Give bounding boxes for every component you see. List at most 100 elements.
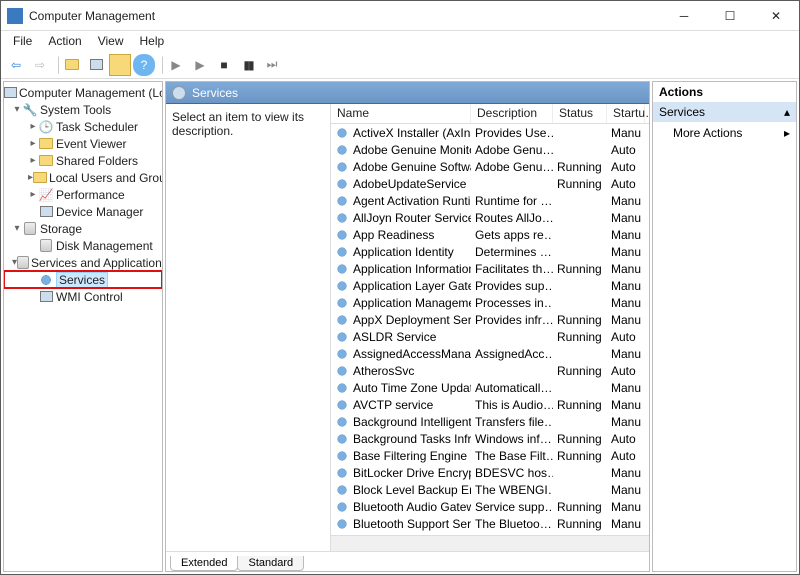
service-row[interactable]: Background Intelligent Tran…Transfers fi…: [331, 413, 649, 430]
content: Computer Management (Local) ▾🔧System Too…: [1, 79, 799, 574]
service-row[interactable]: ActiveX Installer (AxInstSV)Provides Use…: [331, 124, 649, 141]
tree-storage[interactable]: ▾Storage: [4, 220, 162, 237]
service-desc: Runtime for …: [471, 194, 553, 208]
service-row[interactable]: Agent Activation Runtime_e…Runtime for ……: [331, 192, 649, 209]
service-status: Running: [553, 313, 607, 327]
properties-button[interactable]: [85, 54, 107, 76]
service-startup: Auto: [607, 364, 645, 378]
service-row[interactable]: AdobeUpdateServiceRunningAuto: [331, 175, 649, 192]
tree-wmi-control[interactable]: WMI Control: [4, 288, 162, 305]
close-button[interactable]: ✕: [753, 1, 799, 31]
service-status: Running: [553, 262, 607, 276]
back-button[interactable]: ⇦: [5, 54, 27, 76]
col-description[interactable]: Description: [471, 104, 553, 123]
detail-body: Select an item to view its description. …: [166, 104, 649, 551]
service-row[interactable]: Base Filtering EngineThe Base Filt…Runni…: [331, 447, 649, 464]
pause-service-button[interactable]: ▮▮: [237, 54, 259, 76]
gear-icon: [335, 483, 349, 497]
service-desc: BDESVC hos…: [471, 466, 553, 480]
service-startup: Manu: [607, 415, 645, 429]
tab-extended[interactable]: Extended: [170, 556, 238, 571]
service-row[interactable]: Background Tasks Infrastruc…Windows inf……: [331, 430, 649, 447]
service-startup: Manu: [607, 194, 645, 208]
service-row[interactable]: Bluetooth Support ServiceThe Bluetoo…Run…: [331, 515, 649, 532]
menu-file[interactable]: File: [5, 32, 40, 50]
tree-task-scheduler[interactable]: ▸🕒Task Scheduler: [4, 118, 162, 135]
service-name: App Readiness: [353, 228, 434, 242]
gear-icon: [335, 415, 349, 429]
service-rows[interactable]: ActiveX Installer (AxInstSV)Provides Use…: [331, 124, 649, 535]
gear-icon: [335, 364, 349, 378]
service-startup: Manu: [607, 296, 645, 310]
service-row[interactable]: Bluetooth Audio Gateway Ser…Service supp…: [331, 498, 649, 515]
start-service-button[interactable]: ▶: [165, 54, 187, 76]
play-button[interactable]: ▶: [189, 54, 211, 76]
tree-local-users[interactable]: ▸Local Users and Groups: [4, 169, 162, 186]
maximize-button[interactable]: ☐: [707, 1, 753, 31]
tree-services[interactable]: Services: [4, 271, 162, 288]
service-status: Running: [553, 364, 607, 378]
actions-title: Actions: [653, 82, 796, 102]
tree-system-tools[interactable]: ▾🔧System Tools: [4, 101, 162, 118]
export-list-button[interactable]: [109, 54, 131, 76]
service-row[interactable]: AtherosSvcRunningAuto: [331, 362, 649, 379]
tree-disk-management[interactable]: Disk Management: [4, 237, 162, 254]
service-startup: Auto: [607, 160, 645, 174]
service-desc: Processes in…: [471, 296, 553, 310]
stop-service-button[interactable]: ■: [213, 54, 235, 76]
service-desc: Transfers file…: [471, 415, 553, 429]
service-row[interactable]: App ReadinessGets apps re…Manu: [331, 226, 649, 243]
actions-section[interactable]: Services ▴: [653, 102, 796, 122]
service-row[interactable]: Application ManagementProcesses in… Manu: [331, 294, 649, 311]
service-row[interactable]: Block Level Backup Engine S…The WBENGI…M…: [331, 481, 649, 498]
menu-view[interactable]: View: [90, 32, 132, 50]
service-row[interactable]: AssignedAccessManager Ser…AssignedAcc…Ma…: [331, 345, 649, 362]
gear-icon: [335, 500, 349, 514]
service-name: Application Management: [353, 296, 471, 310]
h-scrollbar[interactable]: [331, 535, 649, 551]
tree-services-apps[interactable]: ▾Services and Applications: [4, 254, 162, 271]
service-startup: Manu: [607, 245, 645, 259]
window-title: Computer Management: [29, 9, 661, 23]
service-desc: Windows inf…: [471, 432, 553, 446]
gear-icon: [335, 228, 349, 242]
help-button[interactable]: ?: [133, 54, 155, 76]
nav-tree[interactable]: Computer Management (Local) ▾🔧System Too…: [3, 81, 163, 572]
tree-root[interactable]: Computer Management (Local): [4, 84, 162, 101]
service-desc: The WBENGI…: [471, 483, 553, 497]
service-status: Running: [553, 432, 607, 446]
service-desc: Facilitates th…: [471, 262, 553, 276]
col-startup[interactable]: Startu…: [607, 104, 645, 123]
detail-header: Services: [166, 82, 649, 104]
service-row[interactable]: Adobe Genuine Software Int…Adobe Genu…Ru…: [331, 158, 649, 175]
service-row[interactable]: Application InformationFacilitates th…Ru…: [331, 260, 649, 277]
service-row[interactable]: Application Layer Gateway S…Provides sup…: [331, 277, 649, 294]
tree-shared-folders[interactable]: ▸Shared Folders: [4, 152, 162, 169]
menu-help[interactable]: Help: [132, 32, 173, 50]
tree-event-viewer[interactable]: ▸Event Viewer: [4, 135, 162, 152]
show-hide-tree-button[interactable]: [61, 54, 83, 76]
col-status[interactable]: Status: [553, 104, 607, 123]
restart-service-button[interactable]: ⏭: [261, 54, 283, 76]
service-name: Application Identity: [353, 245, 454, 259]
service-row[interactable]: AppX Deployment Service (A…Provides infr…: [331, 311, 649, 328]
service-row[interactable]: Application IdentityDetermines …Manu: [331, 243, 649, 260]
tree-performance[interactable]: ▸📈Performance: [4, 186, 162, 203]
tree-device-manager[interactable]: Device Manager: [4, 203, 162, 220]
service-row[interactable]: BitLocker Drive Encryption S…BDESVC hos……: [331, 464, 649, 481]
service-row[interactable]: AllJoyn Router ServiceRoutes AllJo…Manu: [331, 209, 649, 226]
gear-icon: [335, 432, 349, 446]
service-row[interactable]: Auto Time Zone UpdaterAutomaticall…Manu: [331, 379, 649, 396]
menu-action[interactable]: Action: [40, 32, 89, 50]
service-row[interactable]: AVCTP serviceThis is Audio…RunningManu: [331, 396, 649, 413]
service-row[interactable]: ASLDR ServiceRunningAuto: [331, 328, 649, 345]
forward-button[interactable]: ⇨: [29, 54, 51, 76]
col-name[interactable]: Name: [331, 104, 471, 123]
actions-more[interactable]: More Actions ▸: [653, 122, 796, 144]
gear-icon: [335, 534, 349, 536]
service-startup: Manu: [607, 279, 645, 293]
tab-standard[interactable]: Standard: [237, 556, 304, 571]
minimize-button[interactable]: ─: [661, 1, 707, 31]
service-row[interactable]: Adobe Genuine Monitor Ser…Adobe Genu…Aut…: [331, 141, 649, 158]
column-headers[interactable]: Name Description Status Startu…: [331, 104, 649, 124]
